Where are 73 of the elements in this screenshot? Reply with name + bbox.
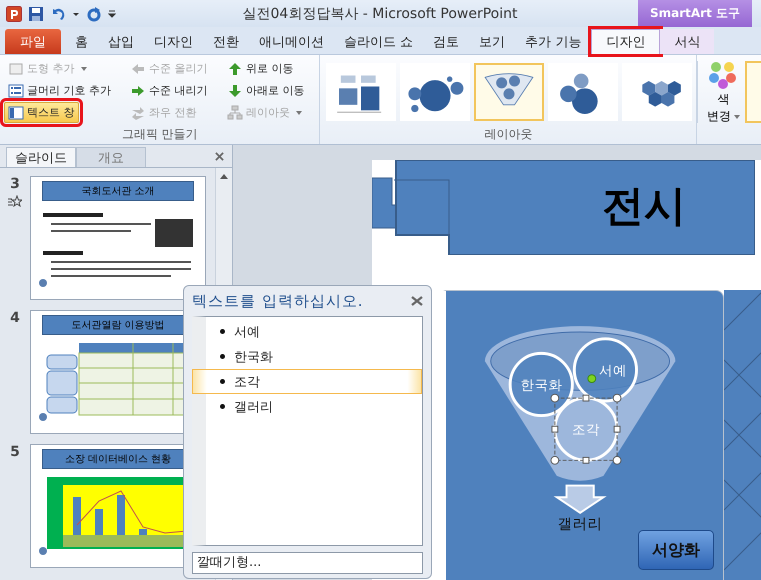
ribbon-command[interactable]: 수준 내리기 xyxy=(126,80,212,101)
funnel-label: 한국화 xyxy=(520,377,562,394)
undo-icon[interactable] xyxy=(50,6,66,22)
label-tile: 서양화 xyxy=(638,530,714,570)
command-icon xyxy=(130,104,146,120)
bullet-icon xyxy=(220,354,225,359)
bullet-icon xyxy=(220,329,225,334)
window-title: 실전04회정답복사 - Microsoft PowerPoint xyxy=(241,4,519,22)
ribbon-tab[interactable]: 추가 기능 xyxy=(515,29,592,54)
chart-bar xyxy=(95,509,103,535)
layout-option[interactable] xyxy=(548,63,618,121)
command-icon xyxy=(226,104,243,120)
logo-icon xyxy=(39,413,47,421)
command-icon xyxy=(226,60,243,76)
slide-number: 3 xyxy=(10,176,20,192)
funnel-circle[interactable] xyxy=(508,352,574,418)
chart-bar xyxy=(117,495,125,535)
caret-icon xyxy=(296,110,302,114)
command-icon xyxy=(8,104,24,120)
thumbnail-title: 도서관열람 이용방법 xyxy=(71,319,165,332)
chart-bar xyxy=(73,497,81,535)
layout-option[interactable] xyxy=(622,63,692,121)
group-label: 그래픽 만들기 xyxy=(120,126,199,143)
command-icon xyxy=(8,60,24,76)
command-icon xyxy=(8,82,24,98)
close-icon[interactable] xyxy=(215,152,224,161)
chart-bar xyxy=(139,529,147,535)
ribbon-tab[interactable]: 서식 xyxy=(660,29,714,54)
funnel-label: 조각 xyxy=(572,422,600,438)
save-icon[interactable] xyxy=(28,6,44,22)
down-arrow-icon xyxy=(554,484,607,514)
funnel-result-label: 갤러리 xyxy=(558,515,603,532)
thumbnail-title: 소장 데이터베이스 현황 xyxy=(64,453,172,466)
ribbon-tab[interactable]: 검토 xyxy=(423,29,470,54)
customize-toolbar-icon[interactable] xyxy=(108,10,116,18)
thumbnail-title: 국회도서관 소개 xyxy=(81,185,155,198)
ribbon-command[interactable]: 위로 이동 xyxy=(222,58,298,79)
ribbon-tab[interactable]: 삽입 xyxy=(98,29,144,54)
ribbon-tab[interactable]: 파일 xyxy=(5,29,61,54)
layout-name-field: 깔때기형... xyxy=(192,552,423,574)
command-icon xyxy=(226,82,243,98)
context-tab-header: SmartArt 도구 xyxy=(638,0,752,27)
funnel-circle[interactable] xyxy=(572,337,638,402)
ribbon-tab[interactable]: 디자인 xyxy=(591,29,660,54)
logo-icon xyxy=(39,547,47,555)
slide-number: 4 xyxy=(10,310,20,326)
layout-option[interactable] xyxy=(474,63,544,121)
ribbon-tab[interactable]: 보기 xyxy=(469,29,516,54)
text-list-item[interactable]: 조각 xyxy=(192,369,422,394)
layout-option[interactable] xyxy=(326,63,396,121)
change-colors-button[interactable]: 색 변경 xyxy=(701,55,746,144)
ribbon-tab[interactable]: 애니메이션 xyxy=(249,29,334,54)
group-label: 레이아웃 xyxy=(483,126,534,143)
pane-tab[interactable]: 슬라이드 xyxy=(6,147,76,167)
ribbon-tab[interactable]: 전환 xyxy=(203,29,249,54)
caret-icon xyxy=(80,66,86,70)
funnel-label: 서예 xyxy=(599,362,628,379)
redo-icon[interactable] xyxy=(86,6,102,22)
text-list-box[interactable]: 서예 한국화 조각 갤러리 xyxy=(192,316,423,546)
close-icon[interactable] xyxy=(411,296,423,306)
ribbon-command[interactable]: 아래로 이동 xyxy=(222,80,308,101)
gallery-scrollbar[interactable] xyxy=(696,61,698,123)
layout-option[interactable] xyxy=(400,63,470,121)
rotate-handle-icon[interactable] xyxy=(587,374,596,384)
bullet-icon xyxy=(220,404,225,409)
slide-title: 전시 xyxy=(602,180,686,232)
ribbon-tab[interactable]: 홈 xyxy=(65,29,98,54)
app-icon[interactable] xyxy=(6,6,22,22)
bullet-icon xyxy=(220,379,225,384)
ribbon-tab[interactable]: 슬라이드 쇼 xyxy=(334,29,424,54)
palette-icon xyxy=(708,61,738,89)
ribbon-tab[interactable]: 디자인 xyxy=(144,29,203,54)
slide-number: 5 xyxy=(10,444,20,460)
